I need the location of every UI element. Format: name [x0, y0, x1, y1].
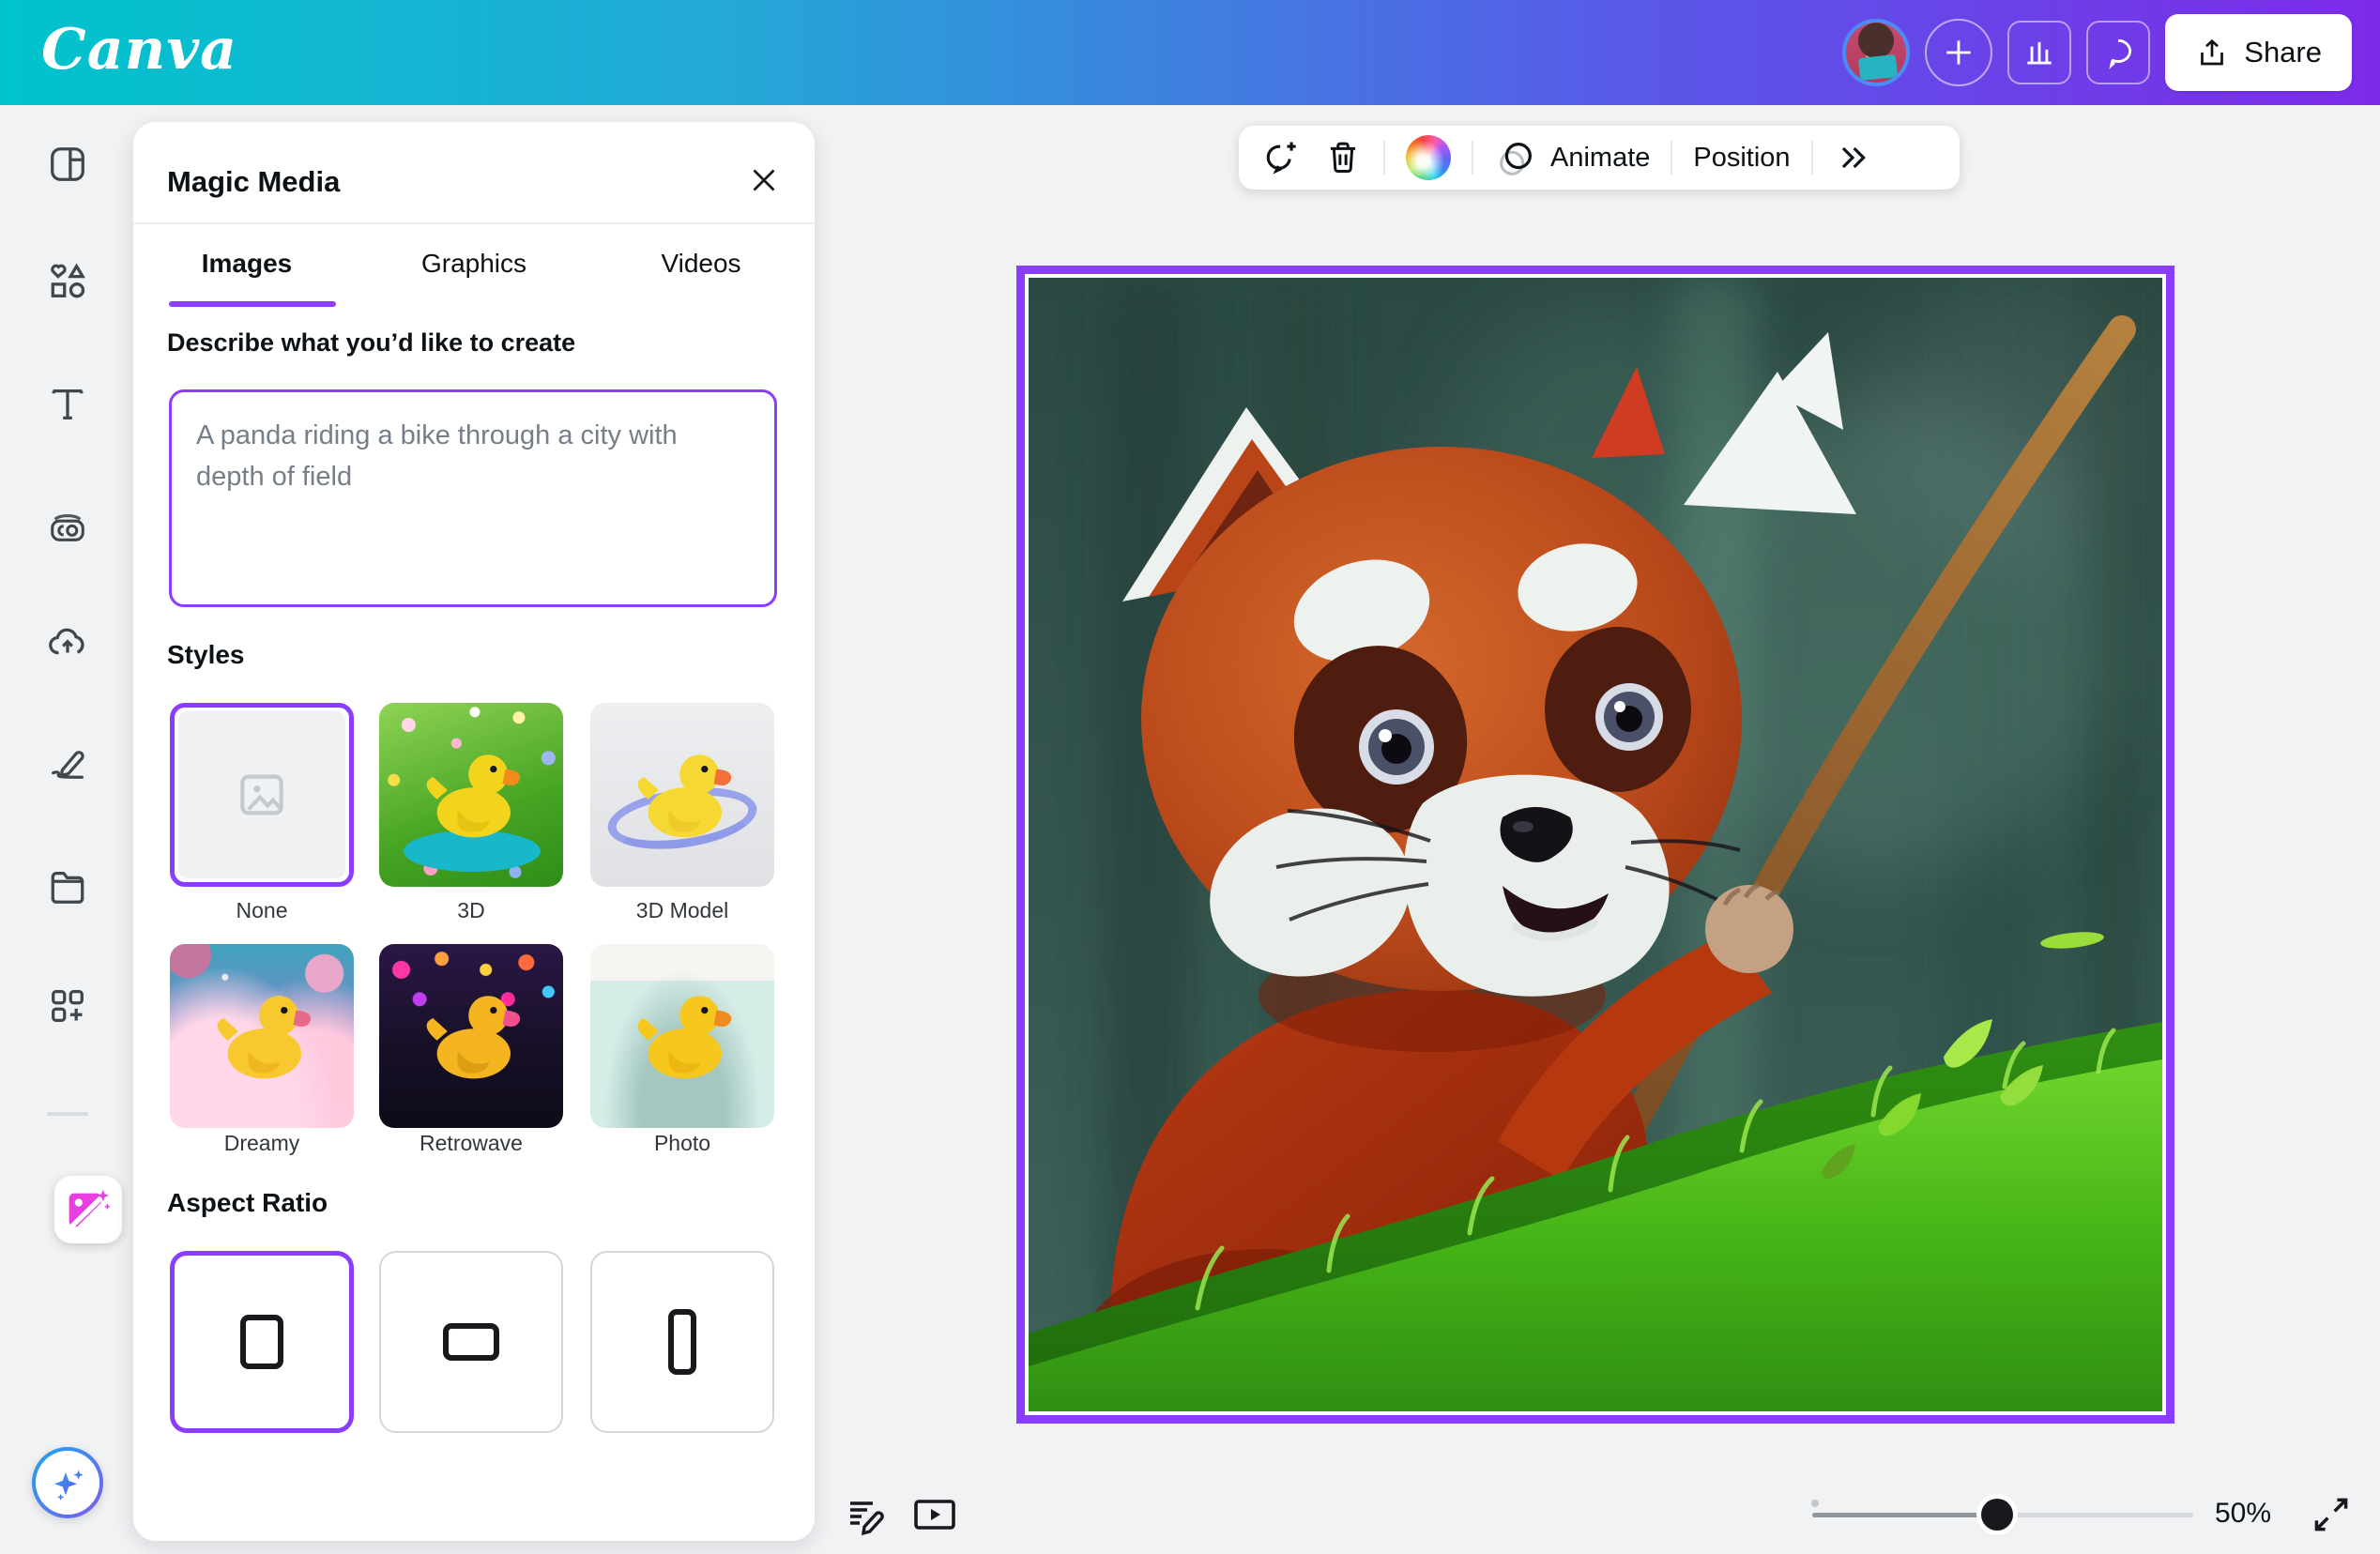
canva-logo: Canva: [41, 17, 237, 83]
sidebar-item-text[interactable]: [43, 379, 92, 428]
prompt-input[interactable]: [169, 389, 777, 607]
magic-media-app-icon: [64, 1185, 113, 1234]
duck-dreamy-thumb: [196, 972, 328, 1104]
active-tab-underline: [169, 301, 336, 307]
panel-divider: [133, 222, 815, 224]
sidebar-item-magic-media[interactable]: [54, 1176, 122, 1243]
style-label-dreamy: Dreamy: [170, 1131, 354, 1156]
delete-button[interactable]: [1323, 138, 1363, 177]
position-button[interactable]: Position: [1693, 143, 1790, 174]
elements-icon: [46, 260, 89, 303]
style-option-retrowave[interactable]: [379, 944, 563, 1128]
duck-retrowave-thumb: [405, 972, 537, 1104]
style-option-none[interactable]: [170, 703, 354, 887]
toolbar-divider: [1472, 141, 1473, 175]
sidebar-item-uploads[interactable]: [43, 618, 92, 667]
style-label-3d: 3D: [379, 898, 563, 923]
aspect-landscape-icon: [443, 1323, 499, 1361]
draw-pen-icon: [46, 743, 89, 786]
style-option-dreamy[interactable]: [170, 944, 354, 1128]
assistant-button[interactable]: [32, 1447, 103, 1518]
insights-icon: [2021, 35, 2057, 70]
zoom-default-marker: [1811, 1500, 1819, 1507]
avatar[interactable]: [1842, 19, 1910, 86]
trash-icon: [1323, 138, 1363, 177]
text-icon: [46, 382, 89, 425]
magic-media-panel: Magic Media Images Graphics Videos Descr…: [133, 122, 815, 1541]
style-option-3d[interactable]: [379, 703, 563, 887]
canva-editor: Canva Share: [0, 0, 2380, 1554]
tab-graphics[interactable]: Graphics: [380, 239, 568, 288]
comment-add-icon: [1261, 137, 1303, 178]
zoom-percent[interactable]: 50%: [2196, 1498, 2290, 1530]
sidebar-item-design[interactable]: [43, 140, 92, 189]
aspect-option-landscape[interactable]: [379, 1251, 563, 1433]
style-option-3d-model[interactable]: [590, 703, 774, 887]
add-comment-button[interactable]: [1261, 137, 1303, 178]
position-label: Position: [1693, 143, 1790, 174]
design-icon: [46, 143, 89, 186]
brand-icon: [46, 504, 89, 547]
aspect-option-portrait[interactable]: [590, 1251, 774, 1433]
plus-icon: [1941, 35, 1976, 70]
add-member-button[interactable]: [1925, 19, 1992, 86]
style-label-retrowave: Retrowave: [379, 1131, 563, 1156]
aspect-option-square[interactable]: [170, 1251, 354, 1433]
toolbar-divider: [1383, 141, 1385, 175]
share-label: Share: [2244, 36, 2322, 69]
notes-button[interactable]: [841, 1490, 890, 1539]
close-panel-button[interactable]: [741, 158, 786, 203]
sidebar-item-projects[interactable]: [43, 862, 92, 911]
animate-label: Animate: [1550, 143, 1650, 174]
sidebar-divider: [47, 1112, 88, 1116]
style-label-3d-model: 3D Model: [590, 898, 774, 923]
image-placeholder-icon: [233, 766, 291, 824]
comments-icon: [2100, 35, 2136, 70]
close-icon: [747, 163, 781, 197]
red-panda-artwork: [1029, 278, 2162, 1411]
tab-videos[interactable]: Videos: [607, 239, 795, 288]
duck-photo-thumb: [617, 972, 748, 1104]
selection-toolbar: Animate Position: [1239, 126, 1960, 190]
selected-image[interactable]: [1016, 266, 2174, 1424]
apps-icon: [46, 984, 89, 1028]
comments-button[interactable]: [2086, 21, 2150, 84]
animate-icon: [1494, 136, 1537, 179]
fullscreen-button[interactable]: [2307, 1490, 2356, 1539]
zoom-slider-thumb[interactable]: [1981, 1499, 2013, 1531]
aspect-ratio-label: Aspect Ratio: [167, 1188, 328, 1218]
insights-button[interactable]: [2007, 21, 2071, 84]
tab-images[interactable]: Images: [153, 239, 341, 288]
zoom-slider-fill: [1812, 1513, 1997, 1517]
share-button[interactable]: Share: [2165, 14, 2352, 91]
more-options-button[interactable]: [1834, 139, 1871, 176]
styles-label: Styles: [167, 640, 245, 670]
sidebar-item-elements[interactable]: [43, 257, 92, 306]
style-option-photo[interactable]: [590, 944, 774, 1128]
sidebar-item-apps[interactable]: [43, 982, 92, 1030]
aspect-portrait-icon: [668, 1309, 696, 1375]
toolbar-divider: [1811, 141, 1813, 175]
duck-3d-thumb: [405, 731, 537, 862]
style-label-none: None: [170, 898, 354, 923]
upload-cloud-icon: [46, 621, 89, 664]
sidebar-item-draw[interactable]: [43, 740, 92, 789]
toolbar-divider: [1671, 141, 1672, 175]
notes-icon: [843, 1492, 888, 1537]
sidebar-item-brand[interactable]: [43, 501, 92, 550]
share-upload-icon: [2195, 36, 2229, 69]
style-label-photo: Photo: [590, 1131, 774, 1156]
folder-icon: [46, 865, 89, 908]
top-bar: Canva Share: [0, 0, 2380, 105]
present-icon: [909, 1492, 960, 1537]
fullscreen-icon: [2311, 1494, 2352, 1535]
animate-button[interactable]: Animate: [1494, 136, 1650, 179]
color-wheel-icon[interactable]: [1406, 135, 1451, 180]
assistant-sparkle-icon: [45, 1460, 90, 1505]
aspect-square-icon: [240, 1315, 283, 1369]
present-button[interactable]: [907, 1490, 963, 1539]
prompt-label: Describe what you’d like to create: [167, 328, 575, 358]
panel-title: Magic Media: [167, 165, 340, 199]
double-chevron-icon: [1834, 139, 1871, 176]
